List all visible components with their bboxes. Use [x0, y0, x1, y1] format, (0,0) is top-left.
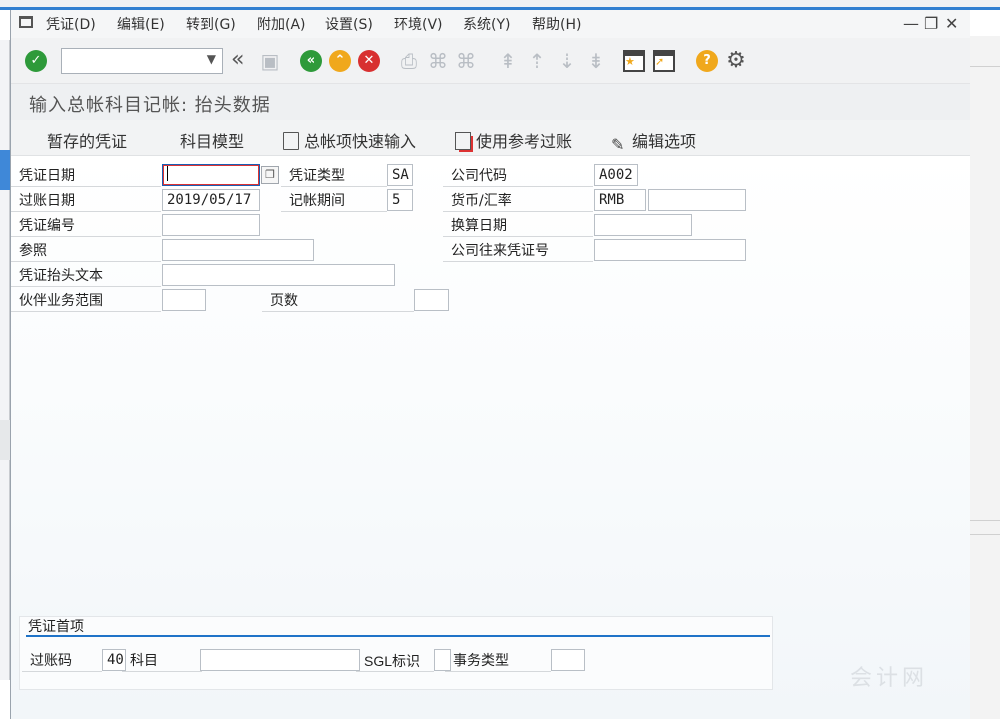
shortcut-icon[interactable]: ➚ — [653, 50, 675, 72]
last-page-icon: ⇟ — [587, 49, 605, 73]
transaction-type-field[interactable] — [551, 649, 585, 671]
intercompany-no-field[interactable] — [594, 239, 746, 261]
watermark: 会计网 — [850, 666, 929, 691]
menu-extras[interactable]: 附加(A) — [257, 14, 306, 34]
fast-entry-button[interactable]: 总帐项快速输入 — [283, 128, 416, 152]
chevron-down-icon[interactable]: ▼ — [207, 52, 216, 66]
save-icon: ▣ — [260, 49, 280, 73]
edit-options-label: 编辑选项 — [632, 132, 697, 151]
sgl-indicator-label: SGL标识 — [356, 650, 434, 672]
text-cursor — [167, 166, 168, 181]
header-data-form: 凭证日期 ❐ 凭证类型 SA 公司代码 A002 过账日期 2019/05/17… — [11, 156, 970, 719]
partner-ba-label: 伙伴业务范围 — [11, 290, 161, 312]
edit-options-button[interactable]: ✎ 编辑选项 — [611, 128, 696, 154]
collapse-left-icon[interactable]: « — [231, 49, 253, 72]
menu-bar: 凭证(D) 编辑(E) 转到(G) 附加(A) 设置(S) 环境(V) 系统(Y… — [11, 10, 970, 38]
posting-date-label: 过账日期 — [11, 190, 161, 212]
system-menu-icon[interactable] — [19, 16, 33, 28]
menu-settings[interactable]: 设置(S) — [325, 14, 373, 34]
next-page-icon: ⇣ — [558, 49, 576, 73]
minimize-icon[interactable]: — — [903, 14, 919, 33]
period-label: 记帐期间 — [281, 190, 387, 212]
find-next-icon: ⌘ — [456, 49, 476, 73]
enter-check-icon[interactable]: ✓ — [25, 50, 47, 72]
pencil-icon: ✎ — [611, 135, 625, 154]
header-text-label: 凭证抬头文本 — [11, 265, 161, 287]
application-toolbar: 暂存的凭证 科目模型 总帐项快速输入 使用参考过账 ✎ 编辑选项 — [11, 120, 970, 156]
doc-number-label: 凭证编号 — [11, 215, 161, 237]
intercompany-no-label: 公司往来凭证号 — [443, 240, 593, 262]
company-code-label: 公司代码 — [443, 165, 593, 187]
screen-title-bar: 输入总帐科目记帐: 抬头数据 — [11, 84, 970, 120]
doc-type-label: 凭证类型 — [281, 165, 387, 187]
doc-number-field[interactable] — [162, 214, 260, 236]
menu-system[interactable]: 系统(Y) — [463, 14, 510, 34]
pages-label: 页数 — [262, 290, 414, 312]
post-with-reference-button[interactable]: 使用参考过账 — [455, 128, 572, 152]
translation-date-field[interactable] — [594, 214, 692, 236]
account-field[interactable] — [200, 649, 360, 671]
fast-entry-label: 总帐项快速输入 — [304, 132, 417, 151]
translation-date-label: 换算日期 — [443, 215, 593, 237]
copy-reference-icon — [455, 132, 471, 150]
close-icon[interactable]: ✕ — [945, 14, 958, 33]
menu-edit[interactable]: 编辑(E) — [117, 14, 165, 34]
back-icon[interactable]: « — [300, 50, 322, 72]
account-label: 科目 — [122, 650, 202, 672]
menu-help[interactable]: 帮助(H) — [532, 14, 581, 34]
background-left-window — [0, 40, 10, 680]
prev-page-icon: ⇡ — [528, 49, 546, 73]
find-icon: ⌘ — [428, 49, 448, 73]
first-page-icon: ⇞ — [499, 49, 517, 73]
background-taskbar — [0, 0, 1000, 7]
partner-ba-field[interactable] — [162, 289, 206, 311]
reference-label: 参照 — [11, 240, 161, 262]
exit-icon[interactable]: ⌃ — [329, 50, 351, 72]
document-edit-icon — [283, 132, 299, 150]
account-model-button[interactable]: 科目模型 — [180, 128, 244, 152]
cancel-icon[interactable]: ✕ — [358, 50, 380, 72]
help-icon[interactable]: ? — [696, 50, 718, 72]
menu-goto[interactable]: 转到(G) — [186, 14, 236, 34]
doc-date-field[interactable] — [162, 164, 260, 186]
reference-field[interactable] — [162, 239, 314, 261]
command-field[interactable]: ▼ — [61, 48, 223, 74]
currency-label: 货币/汇率 — [443, 190, 593, 212]
doc-date-label: 凭证日期 — [11, 165, 161, 187]
group-title: 凭证首项 — [26, 617, 770, 637]
menu-environment[interactable]: 环境(V) — [394, 14, 443, 34]
page-title: 输入总帐科目记帐: 抬头数据 — [29, 95, 271, 116]
settings-gear-icon[interactable]: ⚙ — [725, 50, 747, 72]
menu-document[interactable]: 凭证(D) — [46, 14, 96, 34]
doc-type-field[interactable]: SA — [387, 164, 413, 186]
period-field[interactable]: 5 — [387, 189, 413, 211]
background-right-window — [969, 36, 1000, 719]
new-session-icon[interactable]: ★ — [623, 50, 645, 72]
currency-field[interactable]: RMB — [594, 189, 646, 211]
sap-gui-window: 凭证(D) 编辑(E) 转到(G) 附加(A) 设置(S) 环境(V) 系统(Y… — [10, 10, 970, 719]
posting-key-label: 过账码 — [22, 650, 102, 672]
value-help-icon[interactable]: ❐ — [261, 166, 279, 184]
pages-field[interactable] — [414, 289, 449, 311]
park-document-button[interactable]: 暂存的凭证 — [47, 128, 127, 152]
maximize-icon[interactable]: ❐ — [924, 14, 938, 33]
posting-date-field[interactable]: 2019/05/17 — [162, 189, 260, 211]
exchange-rate-field[interactable] — [648, 189, 746, 211]
first-line-item-group: 凭证首项 过账码 40 科目 SGL标识 事务类型 — [19, 616, 773, 690]
header-text-field[interactable] — [162, 264, 395, 286]
post-with-reference-label: 使用参考过账 — [476, 132, 573, 151]
transaction-type-label: 事务类型 — [445, 650, 551, 672]
print-icon: ⎙ — [401, 49, 417, 73]
company-code-field[interactable]: A002 — [594, 164, 638, 186]
standard-toolbar: ✓ ▼ « ▣ « ⌃ ✕ ⎙ ⌘ ⌘ ⇞ ⇡ ⇣ ⇟ ★ ➚ ? ⚙ — [11, 38, 970, 84]
